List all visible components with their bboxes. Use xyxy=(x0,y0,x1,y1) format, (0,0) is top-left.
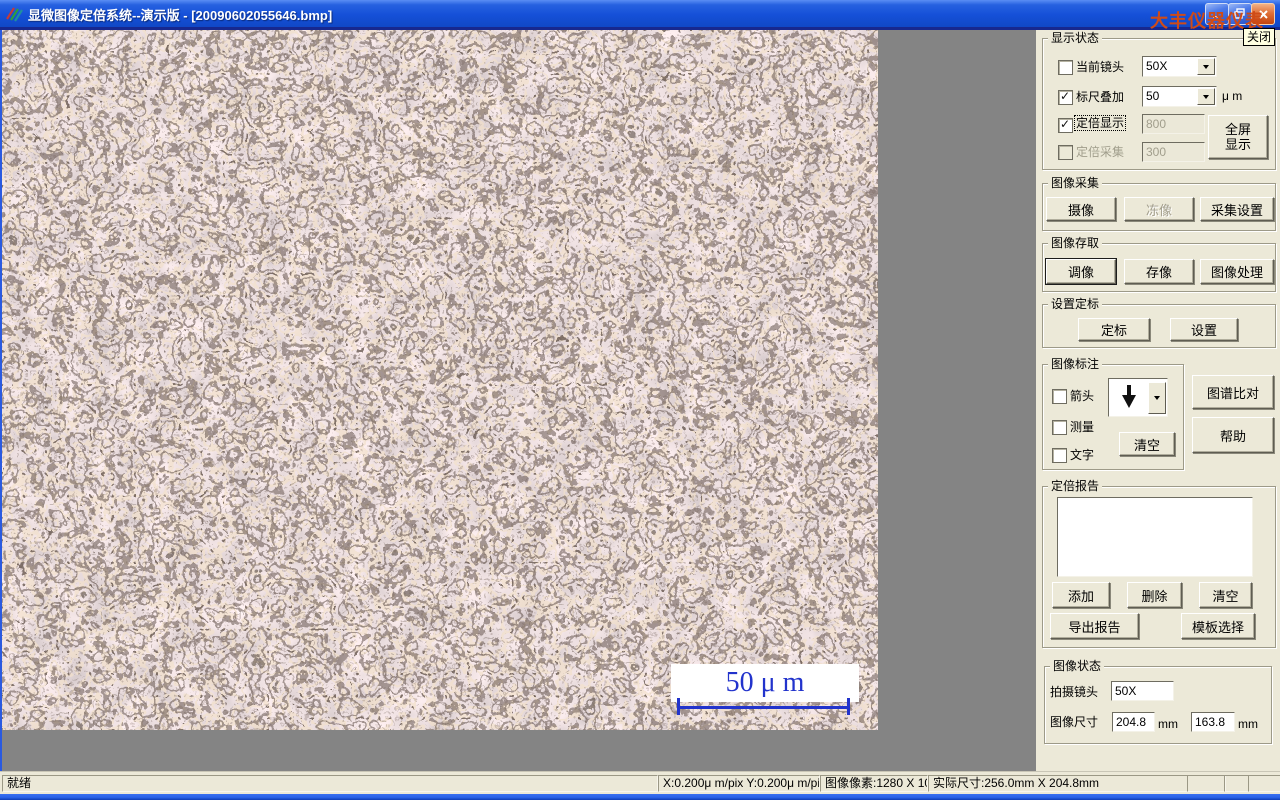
current-lens-dropdown-button[interactable] xyxy=(1197,58,1215,75)
arrow-checkbox[interactable] xyxy=(1052,389,1067,404)
close-tooltip: 关闭 xyxy=(1243,28,1276,46)
report-export-button[interactable]: 导出报告 xyxy=(1050,613,1139,639)
report-listbox[interactable] xyxy=(1057,497,1253,577)
group-image-status-title: 图像状态 xyxy=(1050,659,1105,673)
image-width-value: 204.8 xyxy=(1112,712,1155,732)
micrograph-image[interactable]: 50 μ m xyxy=(2,30,878,730)
status-pane-empty-3 xyxy=(1248,775,1280,792)
scale-bar-line xyxy=(678,706,850,709)
fixed-capture-label: 定倍采集 xyxy=(1076,145,1125,159)
title-bar: 显微图像定倍系统--演示版 - [20090602055646.bmp] 大丰仪… xyxy=(0,0,1280,31)
group-image-status: 图像状态 xyxy=(1044,659,1272,744)
annotation-clear-button[interactable]: 清空 xyxy=(1119,432,1175,456)
scale-bar-tick-left xyxy=(677,698,680,715)
current-lens-select[interactable]: 50X xyxy=(1142,56,1217,77)
scale-bar-label-box: 50 μ m xyxy=(671,664,859,702)
group-annotation-title: 图像标注 xyxy=(1048,357,1103,371)
fixed-display-checkbox[interactable] xyxy=(1058,117,1073,133)
scale-bar-tick-right xyxy=(847,698,850,715)
fixed-capture-checkbox xyxy=(1058,145,1073,160)
calibration-settings-button[interactable]: 设置 xyxy=(1170,318,1238,341)
fullscreen-button[interactable]: 全屏 显示 xyxy=(1208,115,1268,159)
text-label: 文字 xyxy=(1070,448,1095,462)
image-process-button[interactable]: 图像处理 xyxy=(1200,259,1274,284)
fixed-display-input: 800 xyxy=(1142,114,1205,134)
shoot-lens-value: 50X xyxy=(1111,681,1174,701)
fullscreen-button-line2: 显示 xyxy=(1224,137,1251,152)
report-clear-button[interactable]: 清空 xyxy=(1199,582,1252,608)
status-actual-size: 实际尺寸:256.0mm X 204.8mm xyxy=(928,775,1188,792)
window-title: 显微图像定倍系统--演示版 - [20090602055646.bmp] xyxy=(28,8,333,23)
status-image-pixels: 图像像素:1280 X 1024 xyxy=(820,775,928,792)
ruler-overlay-checkbox[interactable] xyxy=(1058,89,1073,105)
current-lens-label: 当前镜头 xyxy=(1076,60,1125,74)
load-image-button[interactable]: 调像 xyxy=(1046,259,1116,284)
help-button[interactable]: 帮助 xyxy=(1192,417,1274,453)
marker-style-select[interactable] xyxy=(1108,378,1168,417)
status-pane-empty-2 xyxy=(1224,775,1249,792)
measure-checkbox[interactable] xyxy=(1052,420,1067,435)
ruler-overlay-label: 标尺叠加 xyxy=(1076,90,1125,104)
status-pane-empty-1 xyxy=(1187,775,1226,792)
image-height-unit: mm xyxy=(1238,717,1258,731)
chevron-down-icon xyxy=(1203,94,1209,99)
application-window: 显微图像定倍系统--演示版 - [20090602055646.bmp] 大丰仪… xyxy=(0,0,1280,800)
ruler-value-select[interactable]: 50 xyxy=(1142,86,1217,107)
micrograph-texture xyxy=(2,30,878,730)
save-image-button[interactable]: 存像 xyxy=(1124,259,1194,284)
report-add-button[interactable]: 添加 xyxy=(1052,582,1110,608)
window-bottom-border xyxy=(0,794,1280,800)
group-capture-title: 图像采集 xyxy=(1048,176,1103,190)
measure-label: 测量 xyxy=(1070,420,1095,434)
capture-settings-button[interactable]: 采集设置 xyxy=(1200,197,1274,221)
current-lens-value: 50X xyxy=(1146,59,1168,73)
down-arrow-marker-icon xyxy=(1122,385,1136,408)
group-report-title: 定倍报告 xyxy=(1048,479,1103,493)
marker-dropdown-button[interactable] xyxy=(1148,382,1166,414)
fixed-capture-input: 300 xyxy=(1142,142,1205,162)
shoot-lens-label: 拍摄镜头 xyxy=(1050,685,1099,699)
report-template-button[interactable]: 模板选择 xyxy=(1181,613,1255,639)
ruler-unit-label: μ m xyxy=(1222,89,1243,103)
shoot-button[interactable]: 摄像 xyxy=(1046,197,1116,221)
freeze-button: 冻像 xyxy=(1124,197,1194,221)
report-delete-button[interactable]: 删除 xyxy=(1127,582,1182,608)
image-height-value: 163.8 xyxy=(1191,712,1235,732)
chevron-down-icon xyxy=(1154,396,1160,400)
calibrate-button[interactable]: 定标 xyxy=(1078,318,1150,341)
ruler-dropdown-button[interactable] xyxy=(1197,88,1215,105)
ruler-value: 50 xyxy=(1146,89,1160,103)
status-pixel-scale: X:0.200μ m/pix Y:0.200μ m/pix xyxy=(658,775,820,792)
arrow-label: 箭头 xyxy=(1070,389,1095,403)
atlas-compare-button[interactable]: 图谱比对 xyxy=(1192,375,1274,409)
text-checkbox[interactable] xyxy=(1052,448,1067,463)
fixed-display-label: 定倍显示 xyxy=(1074,115,1127,131)
app-icon xyxy=(6,7,23,22)
image-size-label: 图像尺寸 xyxy=(1050,715,1099,729)
status-ready: 就绪 xyxy=(2,775,658,792)
status-bar: 就绪 X:0.200μ m/pix Y:0.200μ m/pix 图像像素:12… xyxy=(0,771,1280,795)
group-storage-title: 图像存取 xyxy=(1048,236,1103,250)
current-lens-checkbox[interactable] xyxy=(1058,60,1073,75)
fullscreen-button-line1: 全屏 xyxy=(1224,122,1251,137)
chevron-down-icon xyxy=(1203,64,1209,69)
image-width-unit: mm xyxy=(1158,717,1178,731)
group-calibration-title: 设置定标 xyxy=(1048,297,1103,311)
group-display-status-title: 显示状态 xyxy=(1048,31,1103,45)
scale-bar-label: 50 μ m xyxy=(725,667,805,698)
